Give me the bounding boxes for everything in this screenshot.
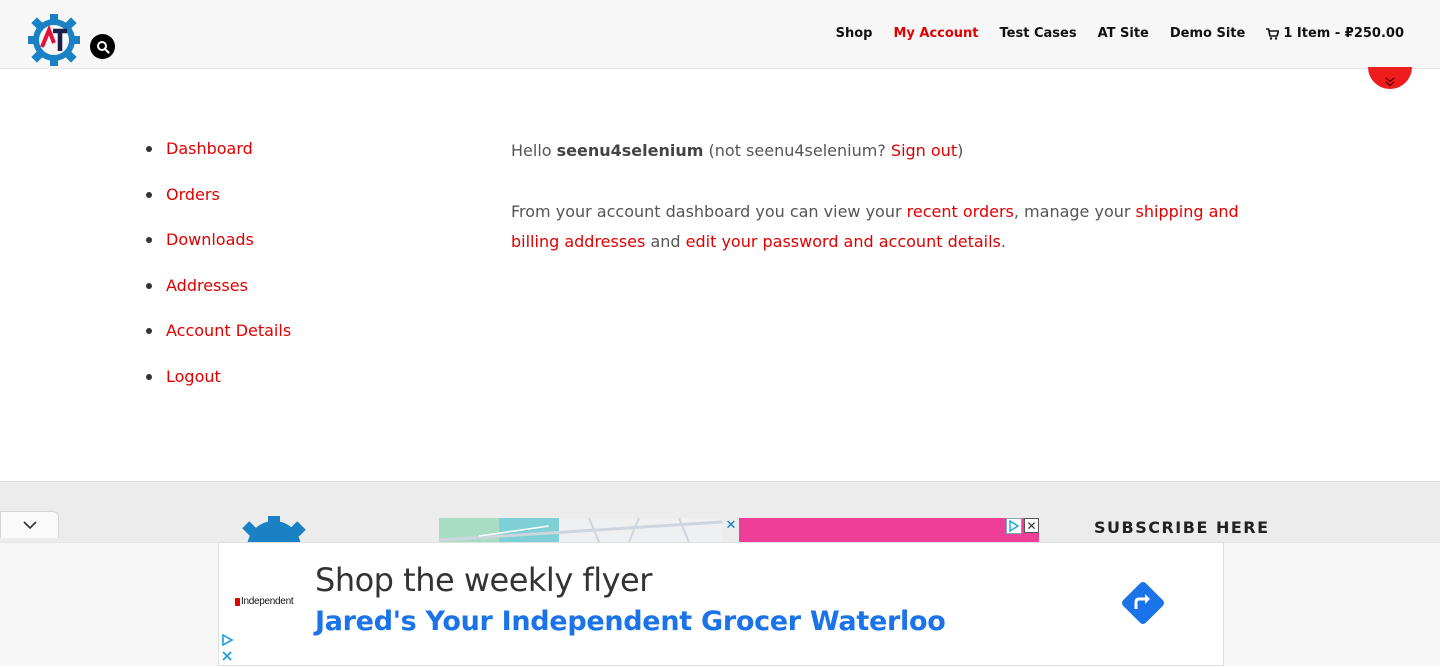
nav-cart[interactable]: 1 Item - ₽250.00 xyxy=(1266,26,1404,41)
double-chevron-down-icon xyxy=(1385,77,1395,87)
main-nav: Shop My Account Test Cases AT Site Demo … xyxy=(836,26,1404,41)
gear-logo-icon xyxy=(242,516,306,542)
account-nav-item: Downloads xyxy=(146,227,291,273)
account-nav-dashboard[interactable]: Dashboard xyxy=(166,139,253,158)
cart-summary: 1 Item - ₽250.00 xyxy=(1283,26,1404,41)
site-header: Shop My Account Test Cases AT Site Demo … xyxy=(0,0,1440,69)
ad-dismiss-icon[interactable] xyxy=(220,649,234,663)
map-ad-close-icon[interactable]: ✕ xyxy=(724,518,738,532)
gear-logo-icon xyxy=(28,14,80,66)
ad-subline[interactable]: Jared's Your Independent Grocer Waterloo xyxy=(315,606,946,637)
paren-close: ) xyxy=(957,141,964,160)
ad-close-icon[interactable]: ✕ xyxy=(1024,518,1039,533)
sign-out-link[interactable]: Sign out xyxy=(891,141,957,160)
cart-icon xyxy=(1266,27,1280,40)
nav-shop[interactable]: Shop xyxy=(836,26,873,41)
nav-at-site[interactable]: AT Site xyxy=(1098,26,1149,41)
account-nav-addresses[interactable]: Addresses xyxy=(166,276,248,295)
ad-headline: Shop the weekly flyer xyxy=(315,561,652,599)
map-icon xyxy=(439,518,722,542)
account-details-link[interactable]: edit your password and account details xyxy=(686,232,1001,251)
nav-demo-site[interactable]: Demo Site xyxy=(1170,26,1245,41)
dashboard-intro: From your account dashboard you can view… xyxy=(511,197,1271,257)
chevron-down-icon xyxy=(22,520,37,529)
bottom-ad-banner[interactable]: Independent Shop the weekly flyer Jared'… xyxy=(218,542,1224,666)
ad-brand-logo: Independent xyxy=(235,596,294,607)
account-nav-downloads[interactable]: Downloads xyxy=(166,230,254,249)
intro-text: and xyxy=(645,232,686,251)
greeting: Hello seenu4selenium (not seenu4selenium… xyxy=(511,136,1271,166)
directions-arrow-icon xyxy=(1122,582,1164,624)
search-icon xyxy=(96,40,110,54)
ad-collapse-tab[interactable] xyxy=(0,511,59,538)
adchoices-icon[interactable] xyxy=(1006,518,1022,534)
account-nav-orders[interactable]: Orders xyxy=(166,185,220,204)
account-nav-logout[interactable]: Logout xyxy=(166,367,221,386)
intro-text: , manage your xyxy=(1013,202,1136,221)
brand-mark-icon xyxy=(235,597,240,606)
account-nav-item: Dashboard xyxy=(146,136,291,182)
account-nav-item: Addresses xyxy=(146,273,291,319)
greeting-text: Hello xyxy=(511,141,557,160)
adchoices-play-icon[interactable] xyxy=(220,633,234,647)
account-nav-account-details[interactable]: Account Details xyxy=(166,321,291,340)
ad-brand-text: Independent xyxy=(241,596,294,607)
scroll-toggle-button[interactable] xyxy=(1368,67,1412,89)
nav-test-cases[interactable]: Test Cases xyxy=(1000,26,1077,41)
search-button[interactable] xyxy=(90,34,115,59)
footer-logo xyxy=(238,516,310,542)
map-ad-thumbnail[interactable] xyxy=(439,518,722,542)
dashboard-content: Hello seenu4selenium (not seenu4selenium… xyxy=(511,136,1271,288)
account-navigation: Dashboard Orders Downloads Addresses Acc… xyxy=(146,136,291,410)
pink-ad-banner[interactable]: ✕ xyxy=(739,518,1039,542)
directions-button[interactable] xyxy=(1119,579,1167,627)
account-nav-item: Account Details xyxy=(146,318,291,364)
site-logo[interactable] xyxy=(28,13,82,67)
intro-text: . xyxy=(1000,232,1006,251)
subscribe-heading: SUBSCRIBE HERE xyxy=(1094,518,1270,537)
username: seenu4selenium xyxy=(556,141,704,160)
account-nav-item: Orders xyxy=(146,182,291,228)
nav-my-account[interactable]: My Account xyxy=(893,26,978,41)
not-user-text: (not seenu4selenium? xyxy=(703,141,891,160)
recent-orders-link[interactable]: recent orders xyxy=(907,202,1014,221)
account-nav-item: Logout xyxy=(146,364,291,410)
intro-text: From your account dashboard you can view… xyxy=(511,202,907,221)
